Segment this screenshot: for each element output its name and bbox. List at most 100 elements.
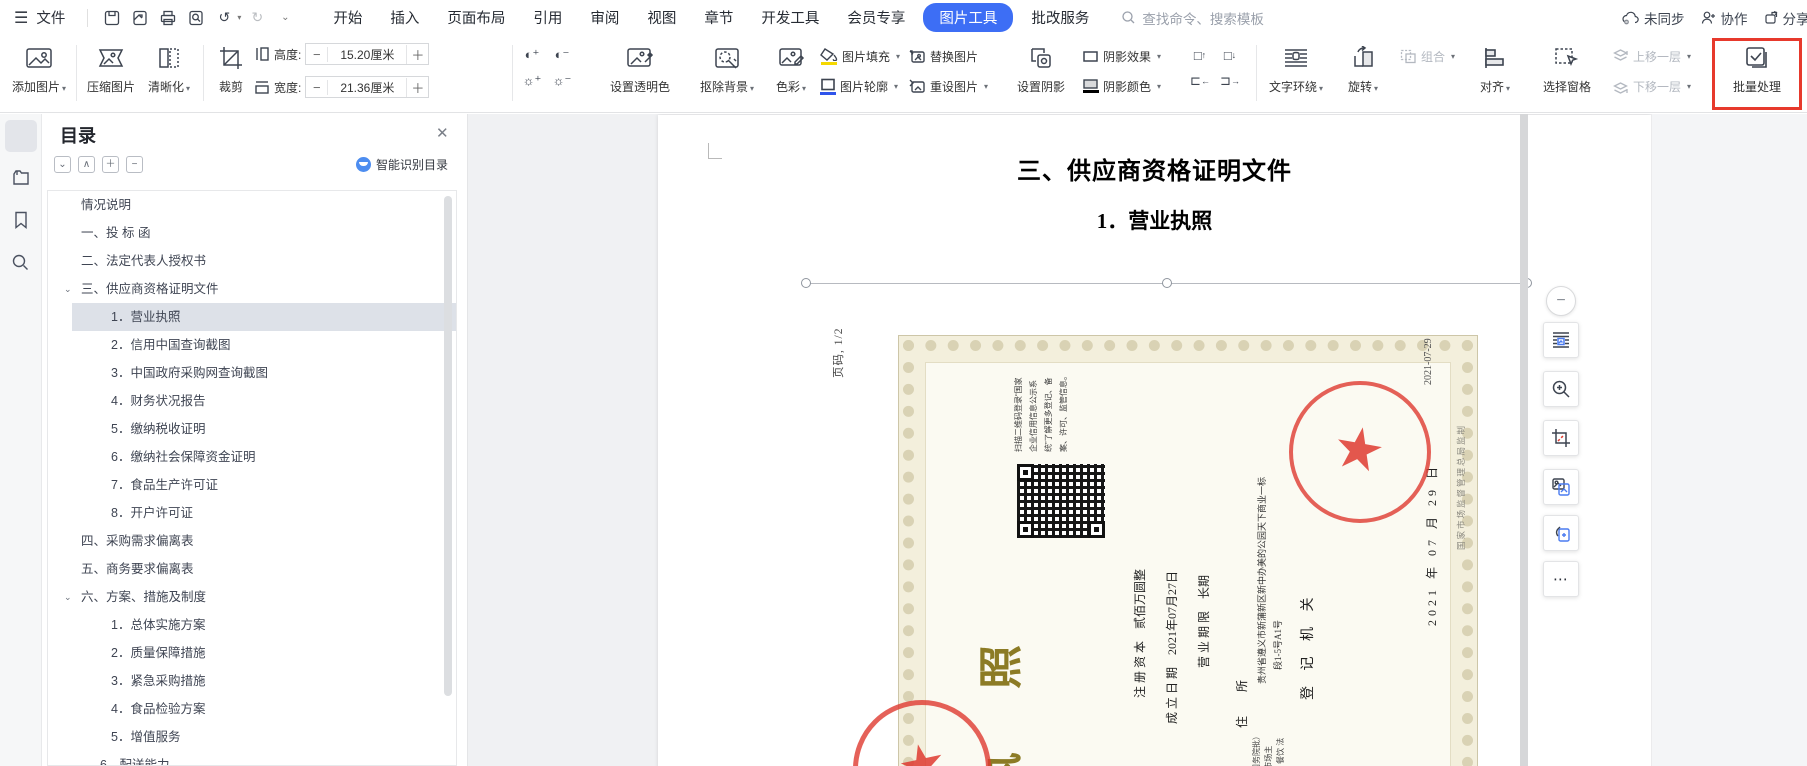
toc-item[interactable]: ⌄ 三、供应商资格证明文件 — [48, 275, 456, 303]
batch-process-button[interactable]: 批量处理 — [1716, 40, 1798, 106]
replace-picture-button[interactable]: 替换图片 — [908, 45, 978, 67]
close-sidebar-icon[interactable]: ✕ — [436, 124, 449, 142]
print-icon[interactable] — [156, 6, 180, 30]
bookmark-panel-icon[interactable] — [5, 204, 37, 236]
file-menu[interactable]: 文件 — [36, 7, 65, 28]
width-decrease-button[interactable]: − — [306, 79, 329, 95]
text-wrap-button[interactable]: 文字环绕 ▾ — [1262, 40, 1330, 106]
toc-item[interactable]: 四、采购需求偏离表 — [48, 527, 456, 555]
reset-picture-button[interactable]: 重设图片 ▾ — [908, 75, 988, 97]
group-button[interactable]: 组合 ▾ — [1400, 45, 1455, 67]
width-value[interactable]: 21.36厘米 — [328, 79, 406, 96]
height-increase-button[interactable]: ＋ — [406, 44, 428, 64]
toc-item[interactable]: ⌄ 六、方案、措施及制度 — [48, 583, 456, 611]
tab-section[interactable]: 章节 — [690, 3, 747, 32]
redo-icon[interactable]: ↻ — [245, 6, 269, 30]
find-panel-icon[interactable] — [5, 246, 37, 278]
tab-developer[interactable]: 开发工具 — [747, 3, 833, 32]
increase-brightness-icon[interactable]: ☼⁺ — [518, 69, 546, 93]
tab-picture-tools[interactable]: 图片工具 — [923, 3, 1014, 32]
toc-item[interactable]: 2．信用中国查询截图 — [48, 331, 456, 359]
toc-panel-icon[interactable] — [4, 120, 37, 152]
tab-references[interactable]: 引用 — [519, 3, 576, 32]
toc-item[interactable]: 6．缴纳社会保障资金证明 — [48, 443, 456, 471]
crop-button[interactable]: 裁剪 — [210, 40, 252, 106]
height-value[interactable]: 15.20厘米 — [328, 46, 406, 63]
layout-options-button[interactable] — [1543, 322, 1579, 358]
toc-item[interactable]: 五、商务要求偏离表 — [48, 555, 456, 583]
document-page[interactable]: 三、供应商资格证明文件 1．营业执照 页码, 1/2 扫描二维码登录“国家企业信… — [658, 115, 1651, 766]
set-transparent-color-button[interactable]: 设置透明色 — [598, 40, 682, 106]
command-search[interactable]: 查找命令、搜索模板 — [1121, 8, 1264, 28]
undo-dropdown-icon[interactable]: ▾ — [237, 13, 241, 22]
zoom-in-toc-button[interactable]: ＋ — [102, 156, 119, 173]
send-backward-button[interactable]: 下移一层 ▾ — [1612, 75, 1691, 97]
selection-handle-top-middle[interactable] — [1162, 278, 1172, 288]
toc-item[interactable]: 二、法定代表人授权书 — [48, 247, 456, 275]
customize-toolbar-icon[interactable]: ⌄ — [273, 6, 297, 30]
tab-home[interactable]: 开始 — [319, 3, 376, 32]
expand-all-button[interactable]: ⌄ — [54, 156, 71, 173]
height-decrease-button[interactable]: − — [306, 46, 329, 62]
zoom-out-toc-button[interactable]: − — [126, 156, 143, 173]
toc-item[interactable]: 4．食品检验方案 — [48, 695, 456, 723]
toc-item[interactable]: 3．紧急采购措施 — [48, 667, 456, 695]
shadow-up-icon[interactable]: □ ↑ — [1186, 43, 1214, 67]
shadow-down-icon[interactable]: □ ↓ — [1216, 43, 1244, 67]
toc-item[interactable]: 2．质量保障措施 — [48, 639, 456, 667]
add-picture-button[interactable]: 添加图片 ▾ — [6, 40, 72, 106]
rotate-button[interactable]: 旋转 ▾ — [1336, 40, 1390, 106]
more-options-button[interactable]: ⋯ — [1543, 561, 1579, 597]
set-shadow-button[interactable]: 设置阴影 — [1006, 40, 1076, 106]
compress-picture-button[interactable]: 压缩图片 — [82, 40, 140, 106]
export-icon[interactable] — [128, 6, 152, 30]
decrease-brightness-icon[interactable]: ☼⁻ — [548, 69, 576, 93]
document-scrollbar[interactable] — [1520, 114, 1528, 766]
shadow-left-icon[interactable]: ⊏ ← — [1186, 69, 1214, 93]
tab-correction-service[interactable]: 批改服务 — [1017, 3, 1103, 32]
picture-link-button[interactable] — [1543, 515, 1579, 551]
main-menu-icon[interactable]: ☰ — [10, 8, 32, 28]
shadow-effect-button[interactable]: 阴影效果 ▾ — [1082, 45, 1161, 67]
toc-item[interactable]: 5．增值服务 — [48, 723, 456, 751]
smart-recognize-toc-button[interactable]: 智能识别目录 — [355, 156, 448, 173]
tab-review[interactable]: 审阅 — [576, 3, 633, 32]
selection-handle-top-left[interactable] — [801, 278, 811, 288]
color-button[interactable]: 色彩 ▾ — [768, 40, 814, 106]
bring-forward-button[interactable]: 上移一层 ▾ — [1612, 45, 1691, 67]
sync-status[interactable]: 未同步 — [1622, 8, 1685, 28]
print-preview-icon[interactable] — [184, 6, 208, 30]
remove-background-button[interactable]: 抠除背景 ▾ — [690, 40, 764, 106]
sharpen-button[interactable]: 清晰化 ▾ — [142, 40, 196, 106]
toc-item[interactable]: ⌄ 6．配送能力 — [48, 751, 456, 765]
sidebar-scrollbar[interactable] — [444, 196, 452, 696]
shadow-color-button[interactable]: 阴影颜色 ▾ — [1082, 75, 1161, 97]
tab-member[interactable]: 会员专享 — [833, 3, 919, 32]
folder-panel-icon[interactable] — [5, 162, 37, 194]
toc-item[interactable]: 一、投 标 函 — [48, 219, 456, 247]
crop-image-button[interactable] — [1543, 420, 1579, 456]
decrease-contrast-icon[interactable]: ◐⁻ — [548, 43, 576, 67]
tab-page-layout[interactable]: 页面布局 — [433, 3, 519, 32]
toc-item[interactable]: 1．总体实施方案 — [48, 611, 456, 639]
collaborate-button[interactable]: 协作 — [1701, 8, 1748, 28]
collapse-toolbar-button[interactable]: − — [1546, 286, 1576, 316]
width-increase-button[interactable]: ＋ — [406, 77, 428, 97]
increase-contrast-icon[interactable]: ◐⁺ — [518, 43, 546, 67]
toc-item[interactable]: 5．缴纳税收证明 — [48, 415, 456, 443]
toc-item[interactable]: 4．财务状况报告 — [48, 387, 456, 415]
picture-fill-button[interactable]: 图片填充 ▾ — [820, 45, 900, 67]
view-original-button[interactable] — [1543, 371, 1579, 407]
collapse-all-button[interactable]: ∧ — [78, 156, 95, 173]
tab-insert[interactable]: 插入 — [376, 3, 433, 32]
toc-item[interactable]: 8．开户许可证 — [48, 499, 456, 527]
shadow-right-icon[interactable]: ⊐ → — [1216, 69, 1244, 93]
toc-item[interactable]: 3．中国政府采购网查询截图 — [48, 359, 456, 387]
toc-item-selected[interactable]: 1．营业执照 — [72, 303, 456, 331]
undo-icon[interactable]: ↺ — [212, 6, 236, 30]
toc-item[interactable]: 情况说明 — [48, 191, 456, 219]
tab-view[interactable]: 视图 — [633, 3, 690, 32]
align-button[interactable]: 对齐 ▾ — [1468, 40, 1522, 106]
save-as-picture-button[interactable] — [1543, 469, 1579, 505]
save-icon[interactable] — [100, 6, 124, 30]
